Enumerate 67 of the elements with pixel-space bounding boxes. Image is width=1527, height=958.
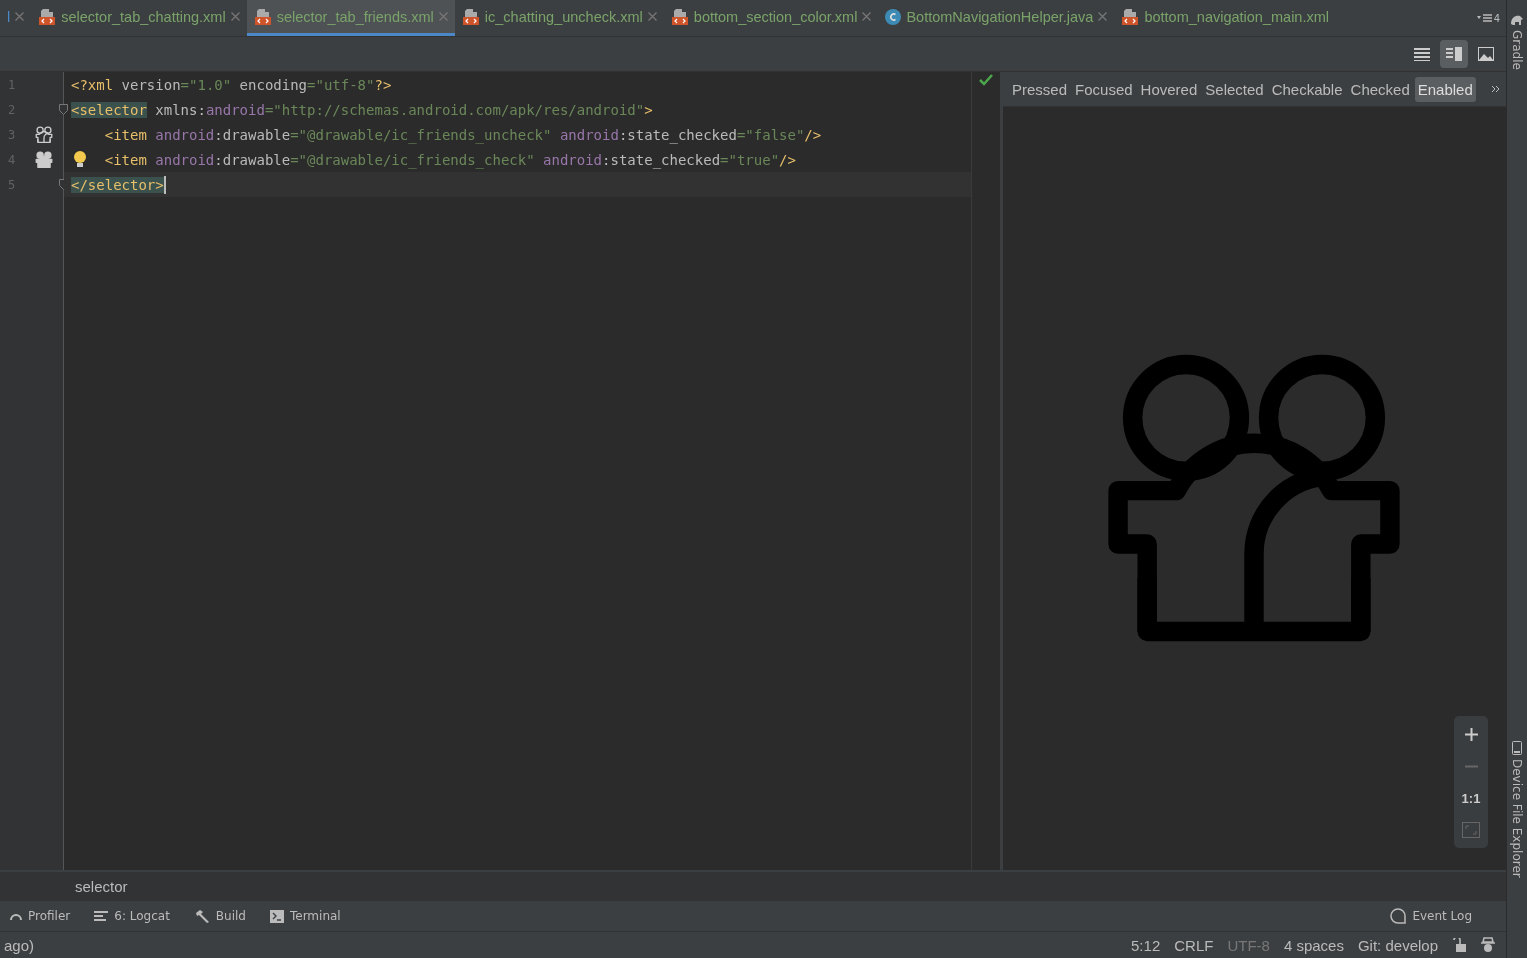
speech-bubble-icon <box>1390 908 1407 924</box>
state-toggle[interactable]: Pressed <box>1009 76 1071 102</box>
close-icon[interactable] <box>438 12 448 21</box>
status-message: ago) <box>4 936 35 954</box>
lines-icon <box>94 910 109 922</box>
zoom-out-icon <box>1464 764 1478 768</box>
status-item[interactable]: CRLF <box>1174 936 1214 954</box>
lines-icon <box>1414 47 1430 61</box>
tool-window-button[interactable]: Profiler <box>0 909 81 923</box>
terminal-icon <box>269 909 284 923</box>
state-toggle[interactable]: Checkable <box>1268 76 1346 102</box>
state-toggle[interactable]: Enabled <box>1414 76 1476 102</box>
xml-file-icon <box>461 7 480 26</box>
lock-icon[interactable] <box>1452 938 1466 952</box>
breadcrumb[interactable]: selector <box>75 877 128 895</box>
zoom-in-icon <box>1464 727 1478 741</box>
split-view-icon <box>1446 47 1462 61</box>
zoom-button[interactable]: 1:1 <box>1456 784 1486 812</box>
close-icon[interactable] <box>15 12 25 21</box>
text-caret <box>163 175 166 194</box>
code-line: <item android:drawable="@drawable/ic_friends_uncheck" android:state_checked="false"/> <box>103 125 823 146</box>
file-tab[interactable]: ic_chatting_uncheck.xml <box>454 0 664 36</box>
view-mode-button[interactable] <box>1440 40 1468 68</box>
code-line: <item android:drawable="@drawable/ic_friends_check" android:state_checked="true"/> <box>64 147 971 172</box>
file-tab[interactable]: BottomNavigationHelper.java <box>878 0 1115 36</box>
xml-file-icon <box>253 7 272 26</box>
xml-file-icon <box>670 7 689 26</box>
people-icon <box>34 125 54 144</box>
class-icon <box>885 8 902 25</box>
close-icon[interactable] <box>1098 12 1108 21</box>
state-toggle[interactable]: Focused <box>1072 76 1136 102</box>
tool-window-button[interactable]: Build <box>183 909 256 923</box>
inspector-icon[interactable] <box>1480 937 1496 953</box>
file-tab[interactable]: bottom_section_color.xml <box>663 0 879 36</box>
xml-file-icon <box>38 7 57 26</box>
chevrons-icon[interactable] <box>1491 85 1500 93</box>
close-icon[interactable] <box>230 12 240 21</box>
code-line: <selector xmlns:android="http://schemas.android.com/apk/res/android"> <box>70 100 654 120</box>
elephant-icon <box>1510 14 1524 26</box>
status-item[interactable]: 4 spaces <box>1283 936 1344 954</box>
event-log-button[interactable]: Event Log <box>1380 908 1482 924</box>
side-tool-button[interactable]: Device File Explorer <box>1510 741 1524 878</box>
side-tool-button[interactable]: Gradle <box>1510 14 1524 70</box>
file-tab[interactable]: l <box>0 0 32 36</box>
lightbulb-icon[interactable] <box>73 151 87 168</box>
list-icon <box>1476 14 1492 22</box>
close-icon[interactable] <box>862 12 872 21</box>
state-toggle[interactable]: Selected <box>1202 76 1267 102</box>
file-tab[interactable]: bottom_navigation_main.xml <box>1114 0 1336 36</box>
code-line: <?xml version="1.0" encoding="utf-8"?> <box>70 75 393 95</box>
hammer-icon <box>193 909 210 923</box>
image-icon <box>1478 47 1494 61</box>
tool-window-button[interactable]: Terminal <box>259 909 351 923</box>
tab-overflow-button[interactable]: 4 <box>1470 0 1506 36</box>
close-icon[interactable] <box>647 12 657 21</box>
status-item[interactable]: 5:12 <box>1131 936 1161 954</box>
fit-screen-icon <box>1462 822 1480 838</box>
xml-file-icon <box>1121 7 1140 26</box>
people-icon <box>34 150 54 169</box>
state-toggle[interactable]: Hovered <box>1137 76 1201 102</box>
tool-window-button[interactable]: 6: Logcat <box>84 909 180 923</box>
phone-icon <box>1512 741 1522 756</box>
status-item[interactable]: Git: develop <box>1357 936 1438 954</box>
state-toggle[interactable]: Checked <box>1347 76 1413 102</box>
fold-icon[interactable] <box>59 104 68 115</box>
file-tab[interactable]: selector_tab_chatting.xml <box>31 0 247 36</box>
check-icon <box>979 74 993 86</box>
